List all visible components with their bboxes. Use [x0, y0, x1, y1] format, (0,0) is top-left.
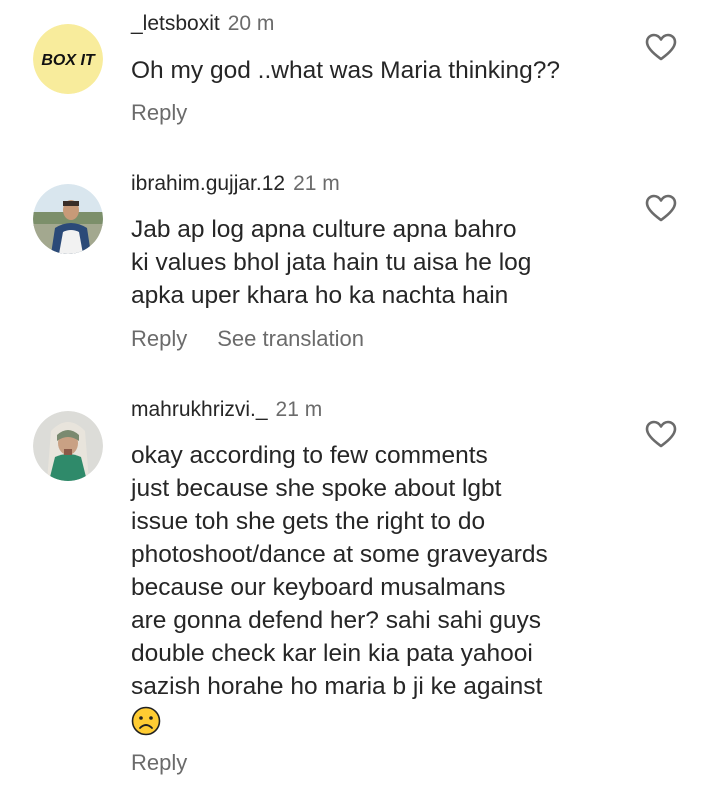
comment-line: apka uper khara ho ka nachta hain [131, 282, 509, 309]
avatar-logo-text: BOX IT [41, 52, 96, 69]
comment-line: Oh my god ..what was Maria thinking?? [131, 57, 560, 84]
emoji-line [131, 703, 651, 736]
comment-line: photoshoot/dance at some graveyards [131, 541, 548, 568]
timestamp: 21 m [293, 172, 340, 195]
reply-button[interactable]: Reply [131, 750, 187, 775]
comment-line: issue toh she gets the right to do [131, 508, 486, 535]
comment-text: Oh my god ..what was Maria thinking?? [131, 54, 651, 87]
comment-header: mahrukhrizvi._ 21 m [131, 398, 322, 422]
comment-line: because our keyboard musalmans [131, 574, 506, 601]
comment-text: okay according to few comments just beca… [131, 439, 651, 736]
comment-line: okay according to few comments [131, 442, 488, 469]
comment-line: ki values bhol jata hain tu aisa he log [131, 249, 532, 276]
see-translation-button[interactable]: See translation [217, 326, 364, 351]
timestamp: 20 m [227, 12, 275, 35]
comment-actions: Reply [131, 100, 187, 126]
comment-header: ibrahim.gujjar.12 21 m [131, 172, 340, 196]
username[interactable]: ibrahim.gujjar.12 [131, 172, 285, 195]
avatar-letsboxit[interactable]: BOX IT [33, 24, 103, 94]
comment-text: Jab ap log apna culture apna bahro ki va… [131, 213, 651, 312]
comment-line: sazish horahe ho maria b ji ke against [131, 673, 543, 700]
comment-actions: Reply See translation [131, 326, 364, 352]
comment-line: Jab ap log apna culture apna bahro [131, 216, 517, 243]
username[interactable]: mahrukhrizvi._ [131, 398, 268, 421]
heart-outline-icon[interactable] [644, 32, 678, 62]
avatar-mahrukh[interactable] [33, 411, 103, 481]
comment-actions: Reply [131, 750, 187, 776]
comment-header: _letsboxit 20 m [131, 12, 274, 36]
heart-outline-icon[interactable] [644, 193, 678, 223]
heart-outline-icon[interactable] [644, 419, 678, 449]
reply-button[interactable]: Reply [131, 100, 187, 125]
timestamp: 21 m [275, 398, 323, 421]
username[interactable]: _letsboxit [131, 12, 220, 35]
reply-button[interactable]: Reply [131, 326, 187, 351]
sad-face-emoji [131, 706, 161, 735]
avatar-ibrahim[interactable] [33, 184, 103, 254]
comment-line: just because she spoke about lgbt [131, 475, 502, 502]
comment-line: double check kar lein kia pata yahooi [131, 640, 533, 667]
comment-line: are gonna defend her? sahi sahi guys [131, 607, 541, 634]
